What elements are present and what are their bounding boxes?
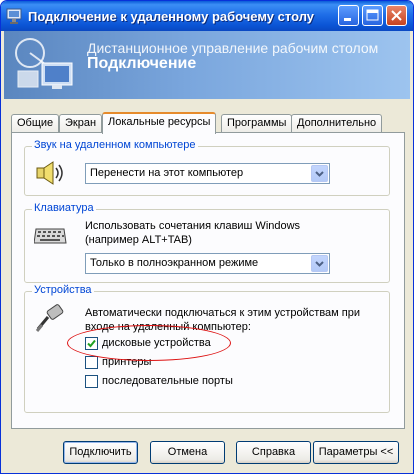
banner: Дистанционное управление рабочим столом … — [4, 31, 410, 99]
tab-local-resources[interactable]: Локальные ресурсы — [102, 112, 217, 134]
options-button-label: Параметры << — [318, 446, 394, 458]
sound-group-label: Звук на удаленном компьютере — [32, 139, 198, 151]
cancel-button-label: Отмена — [167, 446, 208, 458]
keyboard-icon — [34, 228, 67, 244]
keyboard-select-value: Только в полноэкранном режиме — [90, 257, 259, 269]
minimize-icon — [344, 18, 351, 21]
sound-select[interactable]: Перенести на этот компьютер — [85, 163, 330, 184]
sound-select-value: Перенести на этот компьютер — [90, 167, 244, 179]
help-button[interactable]: Справка — [236, 441, 311, 464]
window-title: Подключение к удаленному рабочему столу — [28, 9, 315, 24]
remote-desktop-logo — [15, 38, 73, 89]
plug-icon — [35, 304, 64, 332]
banner-subtitle: Дистанционное управление рабочим столом — [87, 40, 379, 56]
connect-button-label: Подключить — [69, 446, 132, 458]
devices-description-line1: Автоматически подключаться к этим устрой… — [85, 307, 361, 319]
dropdown-button[interactable] — [311, 165, 328, 182]
tab-programs[interactable]: Программы — [221, 114, 293, 133]
devices-group-label: Устройства — [32, 284, 94, 296]
tab-label: Программы — [227, 117, 287, 129]
close-button[interactable] — [386, 5, 407, 26]
options-button[interactable]: Параметры << — [313, 441, 399, 464]
maximize-button[interactable] — [362, 5, 383, 26]
close-icon — [391, 10, 402, 21]
dropdown-button[interactable] — [311, 255, 328, 272]
tab-advanced[interactable]: Дополнительно — [291, 114, 383, 133]
keyboard-group-label: Клавиатура — [32, 202, 96, 214]
help-button-label: Справка — [251, 446, 296, 458]
title-bar[interactable]: Подключение к удаленному рабочему столу — [1, 1, 413, 31]
tab-label: Локальные ресурсы — [108, 116, 211, 128]
tab-label: Дополнительно — [297, 117, 377, 129]
connect-button[interactable]: Подключить — [63, 441, 138, 464]
serial-ports-checkbox[interactable] — [85, 375, 98, 388]
cancel-button[interactable]: Отмена — [150, 441, 225, 464]
annotation-ellipse — [67, 325, 231, 361]
tab-general[interactable]: Общие — [11, 114, 60, 133]
keyboard-select[interactable]: Только в полноэкранном режиме — [85, 253, 330, 274]
keyboard-description-line2: (например ALT+TAB) — [85, 234, 192, 246]
rdp-window: Подключение к удаленному рабочему столу … — [0, 0, 414, 474]
printers-checkbox[interactable] — [85, 356, 98, 369]
serial-ports-label[interactable]: последовательные порты — [102, 375, 233, 388]
keyboard-description-line1: Использовать сочетания клавиш Windows — [85, 220, 301, 232]
chevron-down-icon — [315, 171, 324, 177]
tab-label: Экран — [65, 117, 97, 129]
speaker-icon — [36, 161, 63, 185]
maximize-icon — [366, 9, 379, 21]
tab-label: Общие — [17, 117, 54, 129]
remote-desktop-app-icon — [6, 8, 22, 24]
tab-display[interactable]: Экран — [59, 114, 103, 133]
banner-title: Подключение — [87, 55, 197, 72]
minimize-button[interactable] — [338, 5, 359, 26]
chevron-down-icon — [315, 261, 324, 267]
